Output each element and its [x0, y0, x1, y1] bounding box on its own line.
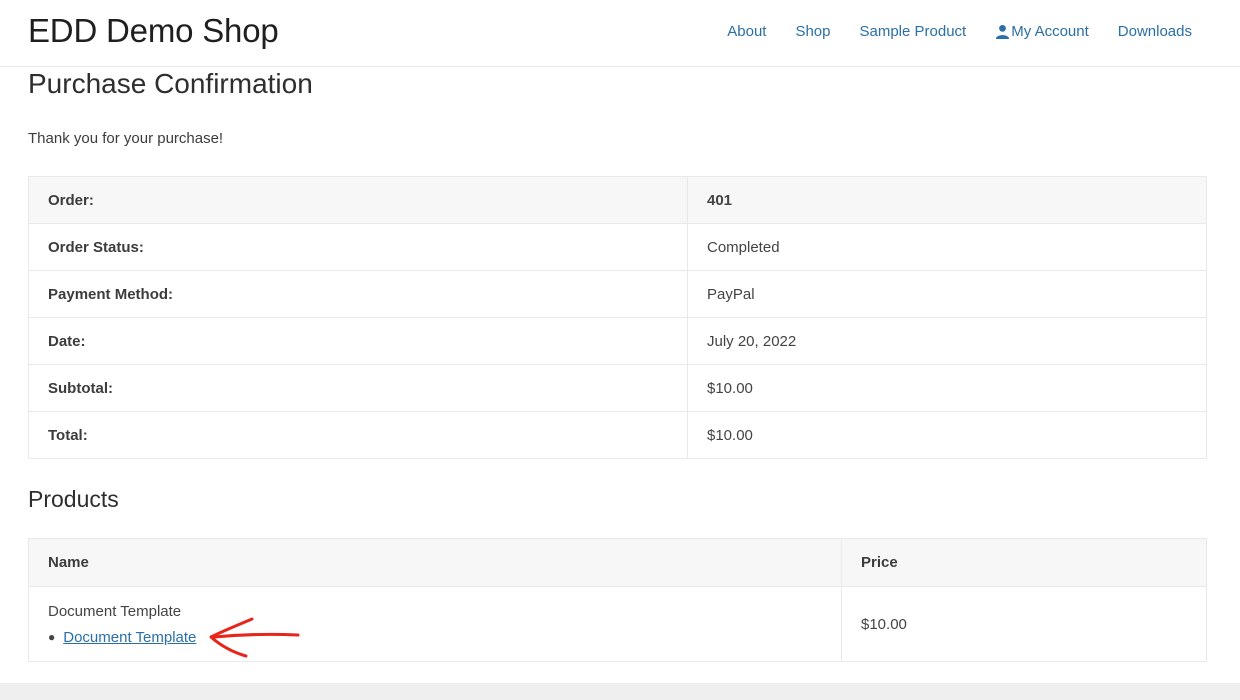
red-arrow-annotation: [209, 617, 300, 658]
nav-my-account[interactable]: My Account: [995, 23, 1089, 40]
user-icon: [996, 24, 1010, 39]
site-header: EDD Demo Shop About Shop Sample Product …: [0, 0, 1240, 67]
products-table: Name Price Document Template ● Document …: [28, 538, 1207, 662]
nav-my-account-label: My Account: [1011, 23, 1089, 40]
page-title: Purchase Confirmation: [28, 68, 313, 99]
bullet-icon: ●: [48, 630, 56, 644]
products-heading: Products: [28, 486, 119, 512]
site-title[interactable]: EDD Demo Shop: [28, 12, 279, 50]
receipt-row-payment-method: Payment Method: PayPal: [28, 270, 1207, 318]
receipt-value: July 20, 2022: [687, 317, 1207, 365]
nav-downloads[interactable]: Downloads: [1118, 23, 1192, 40]
products-header-row: Name Price: [28, 538, 1207, 587]
receipt-value: PayPal: [687, 270, 1207, 318]
nav-about[interactable]: About: [727, 23, 766, 40]
list-item: ● Document Template: [48, 629, 822, 646]
product-name: Document Template: [48, 602, 182, 620]
receipt-label: Date:: [28, 317, 688, 365]
receipt-row-total: Total: $10.00: [28, 411, 1207, 459]
main-nav: About Shop Sample Product My Account Dow…: [698, 23, 1192, 40]
receipt-value: 401: [687, 176, 1207, 224]
column-header-name: Name: [28, 538, 842, 587]
column-header-price: Price: [841, 538, 1207, 587]
receipt-value: Completed: [687, 223, 1207, 271]
thank-you-message: Thank you for your purchase!: [28, 130, 224, 147]
receipt-label: Subtotal:: [28, 364, 688, 412]
download-file-link[interactable]: Document Template: [63, 629, 196, 646]
receipt-label: Order:: [28, 176, 688, 224]
nav-shop[interactable]: Shop: [795, 23, 830, 40]
nav-sample-product[interactable]: Sample Product: [860, 23, 967, 40]
receipt-row-status: Order Status: Completed: [28, 223, 1207, 271]
footer-strip: [0, 683, 1240, 700]
receipt-row-order: Order: 401: [28, 176, 1207, 224]
receipt-value: $10.00: [687, 411, 1207, 459]
product-price: $10.00: [841, 586, 1207, 662]
receipt-row-subtotal: Subtotal: $10.00: [28, 364, 1207, 412]
receipt-value: $10.00: [687, 364, 1207, 412]
receipt-table: Order: 401 Order Status: Completed Payme…: [28, 176, 1207, 459]
product-cell: Document Template ● Document Template: [28, 586, 842, 662]
receipt-label: Order Status:: [28, 223, 688, 271]
receipt-row-date: Date: July 20, 2022: [28, 317, 1207, 365]
product-files-list: ● Document Template: [48, 629, 822, 646]
receipt-label: Payment Method:: [28, 270, 688, 318]
receipt-label: Total:: [28, 411, 688, 459]
